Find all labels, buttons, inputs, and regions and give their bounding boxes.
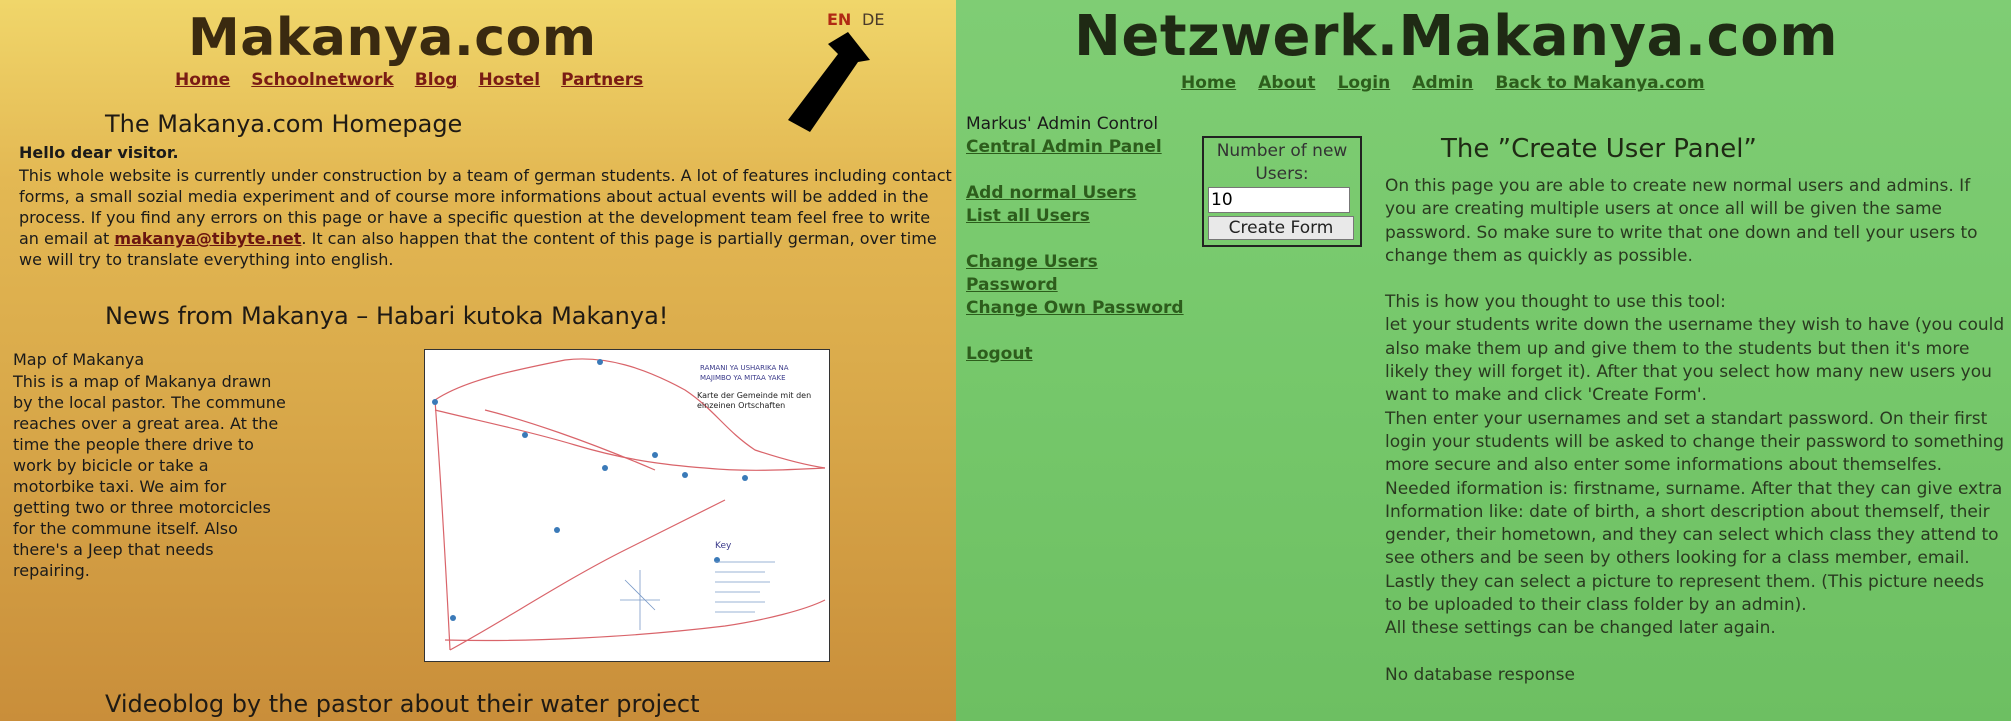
videoblog-heading: Videoblog by the pastor about their wate… — [105, 690, 700, 718]
map-drawing: RAMANI YA USHARIKA NA MAJIMBO YA MITAA Y… — [432, 358, 826, 651]
makanya-homepage-panel: Makanya.com Home Schoolnetwork Blog Host… — [0, 0, 956, 721]
map-handwritten-title-2: MAJIMBO YA MITAA YAKE — [700, 374, 786, 382]
password-link[interactable]: Password — [966, 274, 1206, 297]
central-admin-panel-link[interactable]: Central Admin Panel — [966, 136, 1206, 159]
arrow-icon — [788, 32, 870, 132]
map-description: This is a map of Makanya drawn by the lo… — [13, 372, 286, 580]
hand-drawn-map-image: RAMANI YA USHARIKA NA MAJIMBO YA MITAA Y… — [424, 349, 830, 662]
number-of-users-label: Number of new Users: — [1216, 141, 1348, 184]
main-nav: Home Schoolnetwork Blog Hostel Partners — [175, 70, 659, 90]
change-users-link[interactable]: Change Users — [966, 251, 1206, 274]
language-en-link[interactable]: EN — [827, 10, 851, 29]
language-de-link[interactable]: DE — [862, 10, 884, 29]
main-nav: Home About Login Admin Back to Makanya.c… — [1181, 73, 1722, 93]
list-all-users-link[interactable]: List all Users — [966, 205, 1206, 228]
paragraph-step-2: Then enter your usernames and set a stan… — [1385, 408, 2005, 616]
create-users-form: Number of new Users: Create Form — [1202, 136, 1362, 247]
email-link[interactable]: makanya@tibyte.net — [114, 229, 301, 248]
nav-partners-link[interactable]: Partners — [561, 70, 643, 90]
panel-description: On this page you are able to create new … — [1385, 175, 2005, 687]
homepage-heading: The Makanya.com Homepage — [105, 110, 463, 138]
intro-text: This whole website is currently under co… — [19, 165, 954, 270]
nav-about-link[interactable]: About — [1258, 73, 1315, 93]
admin-sidebar: Central Admin Panel Add normal Users Lis… — [966, 136, 1206, 366]
paragraph-settings: All these settings can be changed later … — [1385, 618, 1776, 639]
map-key-label: Key — [715, 541, 732, 551]
logout-link[interactable]: Logout — [966, 343, 1206, 366]
nav-schoolnetwork-link[interactable]: Schoolnetwork — [251, 70, 393, 90]
paragraph-step-1: let your students write down the usernam… — [1385, 315, 2005, 406]
panel-heading: The ”Create User Panel” — [1441, 134, 1757, 164]
map-title: Map of Makanya — [13, 350, 145, 369]
nav-home-link[interactable]: Home — [175, 70, 230, 90]
paragraph-howto: This is how you thought to use this tool… — [1385, 292, 1726, 313]
change-own-password-link[interactable]: Change Own Password — [966, 297, 1206, 320]
nav-admin-link[interactable]: Admin — [1412, 73, 1473, 93]
nav-back-link[interactable]: Back to Makanya.com — [1495, 73, 1704, 93]
site-title: Makanya.com — [188, 8, 597, 68]
number-of-users-input[interactable] — [1208, 187, 1350, 213]
nav-hostel-link[interactable]: Hostel — [479, 70, 541, 90]
paragraph-intro: On this page you are able to create new … — [1385, 176, 1978, 266]
nav-login-link[interactable]: Login — [1338, 73, 1391, 93]
nav-home-link[interactable]: Home — [1181, 73, 1236, 93]
nav-blog-link[interactable]: Blog — [415, 70, 458, 90]
create-form-button[interactable]: Create Form — [1208, 216, 1354, 240]
database-status: No database response — [1385, 664, 1575, 685]
admin-control-title: Markus' Admin Control — [966, 114, 1159, 134]
greeting: Hello dear visitor. — [19, 143, 179, 162]
news-heading: News from Makanya – Habari kutoka Makany… — [105, 302, 669, 330]
netzwerk-admin-panel: Netzwerk.Makanya.com Home About Login Ad… — [956, 0, 2011, 721]
site-title: Netzwerk.Makanya.com — [1074, 4, 1839, 69]
map-caption-2: einzeinen Ortschaften — [697, 401, 785, 410]
map-caption-1: Karte der Gemeinde mit den — [697, 391, 811, 400]
map-handwritten-title-1: RAMANI YA USHARIKA NA — [700, 364, 789, 372]
add-normal-users-link[interactable]: Add normal Users — [966, 182, 1206, 205]
